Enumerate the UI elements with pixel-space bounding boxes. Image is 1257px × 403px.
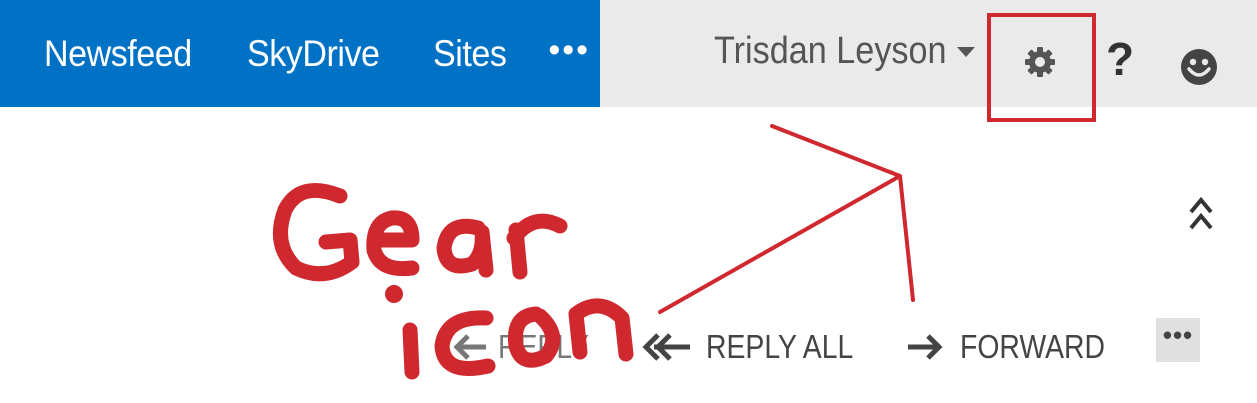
reply-button[interactable]: REPLY <box>452 328 604 366</box>
nav-link-newsfeed[interactable]: Newsfeed <box>44 33 192 75</box>
nav-link-sites[interactable]: Sites <box>433 33 507 75</box>
annotation-arrow <box>658 124 915 314</box>
nav-more-button[interactable]: ••• <box>548 31 590 70</box>
annotation-gear-text <box>272 182 568 282</box>
collapse-chevron-icon[interactable] <box>1186 190 1216 238</box>
reply-label: REPLY <box>498 328 589 365</box>
more-actions-label: ••• <box>1162 319 1194 350</box>
reply-all-label: REPLY ALL <box>706 328 854 365</box>
caret-down-icon <box>957 46 976 57</box>
help-icon[interactable]: ? <box>1106 32 1134 86</box>
user-name: Trisdan Leyson <box>714 30 947 72</box>
smiley-icon[interactable] <box>1180 48 1218 86</box>
forward-label: FORWARD <box>960 328 1106 365</box>
more-actions-button[interactable]: ••• <box>1156 318 1200 362</box>
gear-highlight-box <box>987 13 1096 122</box>
reply-icon <box>453 334 486 360</box>
forward-button[interactable]: FORWARD <box>906 328 1129 366</box>
suite-nav: Newsfeed SkyDrive Sites ••• <box>0 0 600 107</box>
user-menu[interactable]: Trisdan Leyson <box>714 30 976 73</box>
reply-all-button[interactable]: REPLY ALL <box>640 328 877 366</box>
nav-link-skydrive[interactable]: SkyDrive <box>247 33 380 75</box>
reply-all-icon <box>642 333 690 361</box>
forward-arrow-icon <box>908 334 943 360</box>
